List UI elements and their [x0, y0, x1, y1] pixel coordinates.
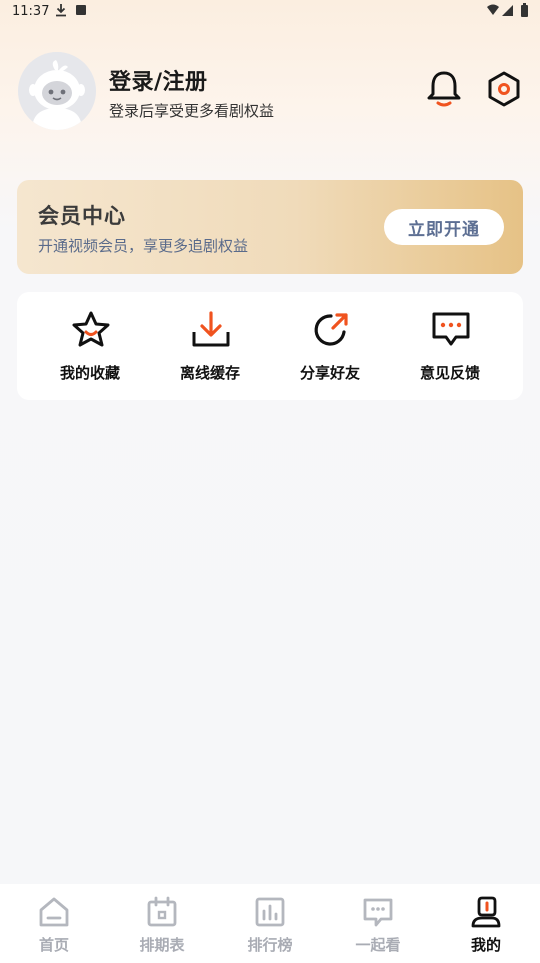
download-icon: [192, 311, 230, 347]
ranking-icon: [255, 897, 285, 927]
tab-mine[interactable]: 我的: [432, 884, 540, 963]
feature-label: 离线缓存: [179, 364, 240, 382]
tab-schedule[interactable]: 排期表: [108, 884, 216, 963]
mascot-avatar-icon: [18, 52, 96, 130]
page-background: [0, 0, 540, 963]
feature-favorites[interactable]: 我的收藏: [30, 292, 150, 400]
vip-center-card[interactable]: 会员中心 开通视频会员，享更多追剧权益 立即开通: [17, 180, 523, 274]
tab-label: 首页: [38, 936, 69, 954]
status-time: 11:37: [12, 4, 50, 19]
activate-now-button[interactable]: 立即开通: [384, 209, 504, 245]
star-icon: [72, 311, 110, 347]
tab-ranking[interactable]: 排行榜: [216, 884, 324, 963]
feature-label: 分享好友: [299, 364, 360, 382]
notification-a-icon: [76, 5, 86, 15]
home-icon: [39, 897, 69, 927]
calendar-icon: [147, 896, 177, 927]
feature-label: 意见反馈: [419, 364, 480, 382]
share-icon: [314, 313, 348, 346]
vip-subtitle: 开通视频会员，享更多追剧权益: [38, 237, 249, 255]
bell-icon[interactable]: [427, 70, 461, 108]
tab-label: 一起看: [355, 936, 401, 954]
profile-icon: [471, 896, 501, 928]
tab-label: 排行榜: [247, 936, 293, 954]
avatar[interactable]: [18, 52, 96, 130]
tab-label: 我的: [470, 936, 501, 954]
bottom-tab-bar: 首页 排期表 排行榜 一起看 我的: [0, 884, 540, 963]
tab-home[interactable]: 首页: [0, 884, 108, 963]
login-register-title[interactable]: 登录/注册: [109, 64, 208, 96]
feature-feedback[interactable]: 意见反馈: [390, 292, 510, 400]
feature-offline-cache[interactable]: 离线缓存: [150, 292, 270, 400]
login-subtitle: 登录后享受更多看剧权益: [109, 102, 275, 120]
download-status-icon: [56, 4, 66, 17]
tab-label: 排期表: [139, 936, 185, 954]
chat-icon: [363, 898, 393, 927]
tab-watch-together[interactable]: 一起看: [324, 884, 432, 963]
status-bar: 11:37: [0, 0, 540, 24]
feedback-icon: [432, 312, 470, 346]
feature-share[interactable]: 分享好友: [270, 292, 390, 400]
profile-header: 登录/注册 登录后享受更多看剧权益: [18, 52, 522, 132]
settings-icon[interactable]: [485, 70, 523, 108]
feature-label: 我的收藏: [59, 364, 120, 382]
vip-title: 会员中心: [38, 204, 126, 228]
feature-grid: 我的收藏 离线缓存 分享好友 意见反馈: [17, 292, 523, 400]
system-status-icons: [487, 3, 528, 17]
